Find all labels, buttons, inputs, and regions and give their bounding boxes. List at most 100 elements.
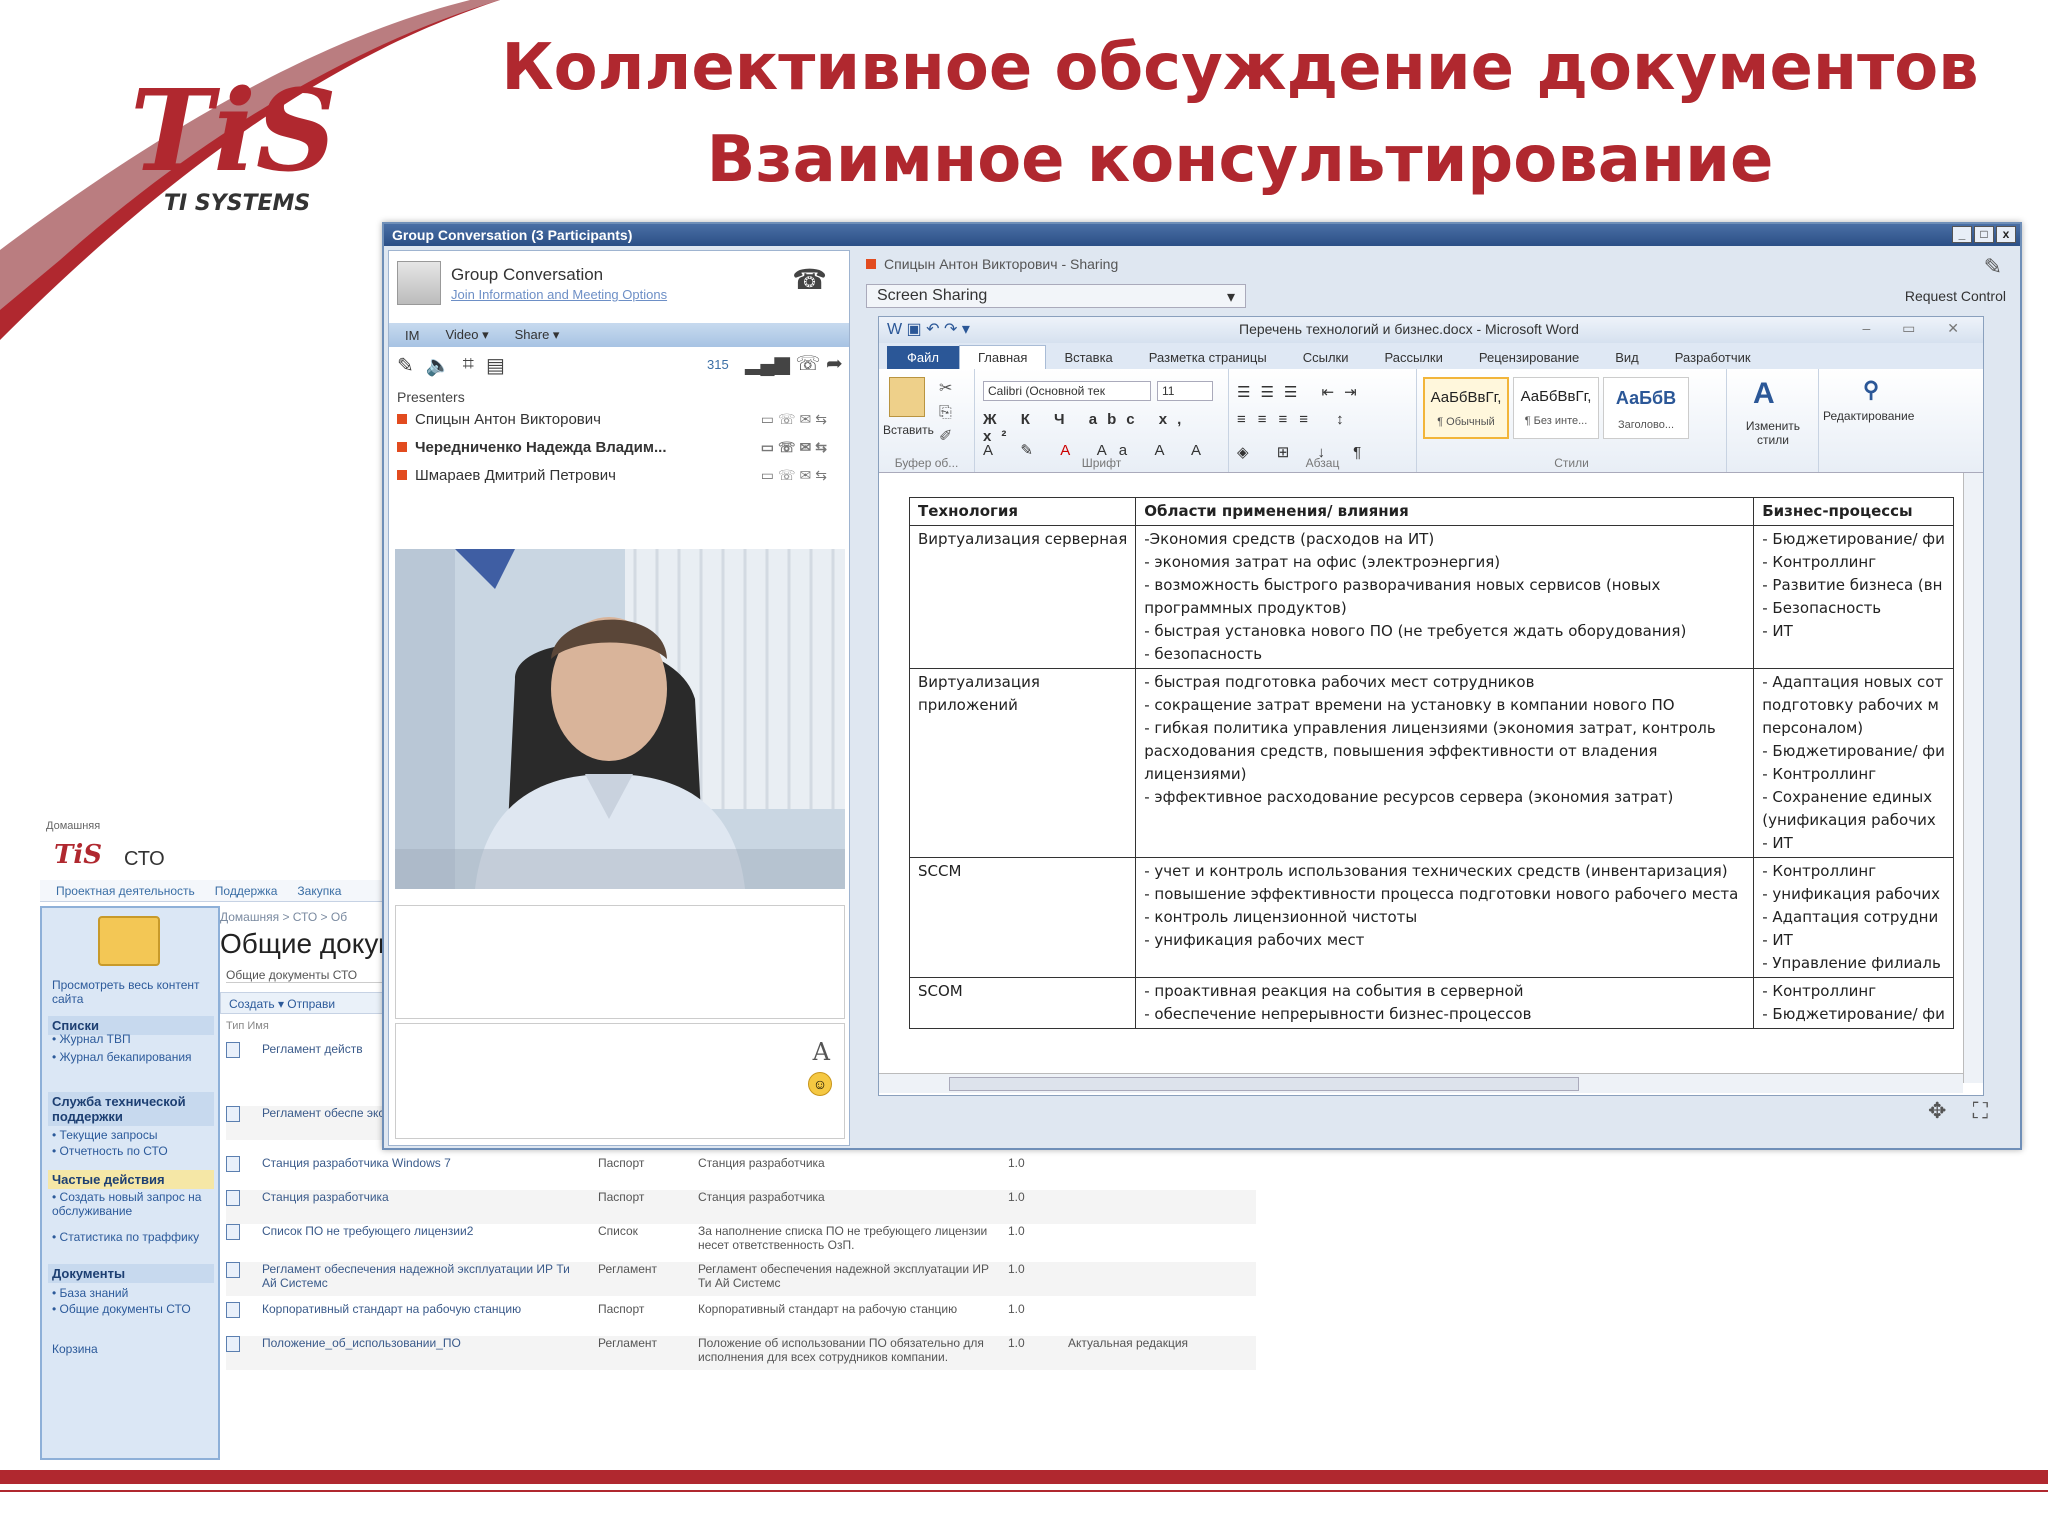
bandwidth-label: 315 — [707, 357, 729, 372]
editing-label[interactable]: Редактирование — [1823, 409, 1914, 423]
sidebar-link[interactable]: • Создать новый запрос на обслуживание — [52, 1190, 212, 1218]
sidebar-link[interactable]: Просмотреть весь контент сайта — [52, 978, 212, 1006]
cell-line: - Контроллинг — [1762, 862, 1877, 880]
table-cell[interactable]: - Контроллинг - унификация рабочих - Адапт… — [1753, 857, 1955, 978]
row-name[interactable]: Список ПО не требующего лицензии2 — [262, 1224, 572, 1238]
tab-5[interactable]: Рассылки — [1367, 346, 1461, 369]
style-no-spacing[interactable]: АаБбВвГг, ¶ Без инте... — [1513, 377, 1599, 439]
font-size-box[interactable]: 11 — [1157, 381, 1213, 401]
screen-sharing-dropdown[interactable]: Screen Sharing ▾ — [866, 284, 1246, 308]
tab-3[interactable]: Разметка страницы — [1131, 346, 1285, 369]
screen-sharing-label: Screen Sharing — [877, 287, 988, 304]
tab-1[interactable]: Главная — [958, 345, 1047, 369]
find-icon[interactable]: ⚲ — [1863, 377, 1879, 403]
row-ver: 1.0 — [1008, 1336, 1025, 1350]
sidebar-link[interactable]: • База знаний — [52, 1286, 212, 1300]
pen-icon[interactable]: ✎ — [1984, 254, 2002, 280]
presence-icon — [397, 442, 407, 452]
table-cell[interactable]: Виртуализация серверная — [908, 525, 1137, 669]
sidebar-link[interactable]: • Статистика по траффику — [52, 1230, 212, 1244]
close-button[interactable]: x — [1996, 226, 2016, 243]
sidebar-link[interactable]: • Журнал ТВП — [52, 1032, 212, 1046]
change-styles-icon[interactable]: A — [1753, 377, 1775, 411]
table-cell[interactable]: - быстрая подготовка рабочих мест сотруд… — [1135, 668, 1755, 858]
table-header: Технология — [908, 497, 1137, 526]
emoticon-icon[interactable]: ☺ — [808, 1072, 832, 1096]
window-controls[interactable]: – ▭ ✕ — [1862, 320, 1973, 337]
document-area[interactable]: Технология Области применения/ влияния Б… — [879, 477, 1963, 1067]
paste-label[interactable]: Вставить — [883, 423, 934, 437]
layout-icon[interactable]: ▤ — [486, 353, 505, 378]
video-button[interactable]: Video ▾ — [439, 325, 494, 345]
participant-row[interactable]: Шмараев Дмитрий Петрович ▭☏✉⇆ — [397, 467, 837, 484]
sp-nav-item[interactable]: Проектная деятельность — [56, 884, 195, 898]
table-cell[interactable]: - проактивная реакция на события в серве… — [1135, 977, 1755, 1029]
scroll-thumb[interactable] — [949, 1077, 1579, 1091]
tab-7[interactable]: Вид — [1597, 346, 1657, 369]
table-cell[interactable]: SCCM — [908, 857, 1137, 978]
paste-icon[interactable] — [889, 377, 925, 417]
minimize-button[interactable]: _ — [1952, 226, 1972, 243]
table-row[interactable]: Станция разработчика Windows 7 Паспорт Ста… — [226, 1156, 1256, 1190]
table-cell[interactable]: Виртуализация приложений — [908, 668, 1137, 858]
sp-nav-item[interactable]: Поддержка — [215, 884, 278, 898]
cell-line: Виртуализация серверная — [918, 530, 1128, 548]
sidebar-link[interactable]: Корзина — [52, 1342, 212, 1356]
change-styles-label[interactable]: Изменить стили — [1731, 419, 1815, 447]
dialpad-icon[interactable]: ⌗ — [463, 353, 474, 378]
sidebar-link[interactable]: • Общие документы СТО — [52, 1302, 212, 1316]
hangup-icon[interactable]: ☎ — [792, 263, 827, 296]
breadcrumb[interactable]: Домашняя > СТО > Об — [220, 910, 347, 924]
participant-row[interactable]: Спицын Антон Викторович ▭☏✉⇆ — [397, 411, 837, 428]
participant-row[interactable]: Чередниченко Надежда Владим... ▭☏✉⇆ — [397, 439, 837, 456]
row-name[interactable]: Станция разработчика Windows 7 — [262, 1156, 572, 1170]
table-cell[interactable]: - Бюджетирование/ фи - Контроллинг - Разви… — [1753, 525, 1955, 669]
table-row[interactable]: Корпоративный стандарт на рабочую станци… — [226, 1302, 1256, 1336]
cut-copy-icons[interactable]: ✂ ⎘ ✐ — [939, 377, 952, 449]
tab-2[interactable]: Вставка — [1046, 346, 1130, 369]
sidebar-link[interactable]: • Отчетность по СТО — [52, 1144, 212, 1158]
share-button[interactable]: Share ▾ — [509, 325, 566, 345]
row-name[interactable]: Станция разработчика — [262, 1190, 572, 1204]
sidebar-link[interactable]: • Текущие запросы — [52, 1128, 212, 1142]
request-control-button[interactable]: Request Control — [1905, 288, 2006, 304]
tab-0[interactable]: Файл — [887, 346, 959, 369]
format-buttons[interactable]: Ж К Ч abc x, x² — [983, 411, 1228, 445]
view-controls[interactable]: ✥ ⛶ — [1928, 1098, 1998, 1124]
document-icon — [226, 1336, 240, 1352]
sp-home-link[interactable]: Домашняя — [46, 820, 100, 832]
im-input[interactable]: A ☺ — [395, 1023, 845, 1139]
horizontal-scrollbar[interactable] — [879, 1073, 1963, 1093]
font-icon[interactable]: A — [813, 1038, 830, 1066]
table-row[interactable]: Положение_об_использовании_ПО Регламент По… — [226, 1336, 1256, 1370]
vertical-scrollbar[interactable] — [1963, 473, 1983, 1083]
edit-icon[interactable]: ✎ — [397, 353, 414, 378]
sidebar-link[interactable]: • Журнал бекапирования — [52, 1050, 212, 1064]
style-heading[interactable]: АаБбВ Заголово... — [1603, 377, 1689, 439]
table-row[interactable]: Станция разработчика Паспорт Станция разра… — [226, 1190, 1256, 1224]
tab-4[interactable]: Ссылки — [1285, 346, 1367, 369]
table-cell[interactable]: SCOM — [908, 977, 1137, 1029]
table-cell[interactable]: -Экономия средств (расходов на ИТ) - экон… — [1135, 525, 1755, 669]
align-buttons[interactable]: ≡≡≡≡ ↕ — [1237, 411, 1356, 428]
maximize-button[interactable]: □ — [1974, 226, 1994, 243]
sp-nav-item[interactable]: Закупка — [297, 884, 341, 898]
sp-site-title[interactable]: СТО — [124, 848, 165, 871]
style-normal[interactable]: АаБбВвГг, ¶ Обычный — [1423, 377, 1509, 439]
im-button[interactable]: IM — [399, 326, 425, 345]
table-row[interactable]: Список ПО не требующего лицензии2 Список З… — [226, 1224, 1256, 1258]
volume-icon[interactable]: 🔈 — [426, 353, 451, 378]
list-buttons[interactable]: ☰☰☰ ⇤⇥ — [1237, 383, 1367, 401]
row-name[interactable]: Корпоративный стандарт на рабочую станци… — [262, 1302, 572, 1316]
font-name-box[interactable]: Calibri (Основной тек — [983, 381, 1151, 401]
table-cell[interactable]: - учет и контроль использования техничес… — [1135, 857, 1755, 978]
table-row[interactable]: Регламент обеспечения надежной эксплуата… — [226, 1262, 1256, 1296]
row-name[interactable]: Регламент обеспечения надежной эксплуата… — [262, 1262, 572, 1290]
tab-6[interactable]: Рецензирование — [1461, 346, 1597, 369]
tab-8[interactable]: Разработчик — [1657, 346, 1769, 369]
meeting-options-link[interactable]: Join Information and Meeting Options — [451, 287, 667, 302]
quick-access-icons[interactable]: W ▣ ↶ ↷ ▾ — [887, 319, 970, 339]
table-cell[interactable]: - Контроллинг - Бюджетирование/ фи — [1753, 977, 1955, 1029]
table-cell[interactable]: - Адаптация новых сот подготовку рабочих … — [1753, 668, 1955, 858]
row-name[interactable]: Положение_об_использовании_ПО — [262, 1336, 572, 1350]
